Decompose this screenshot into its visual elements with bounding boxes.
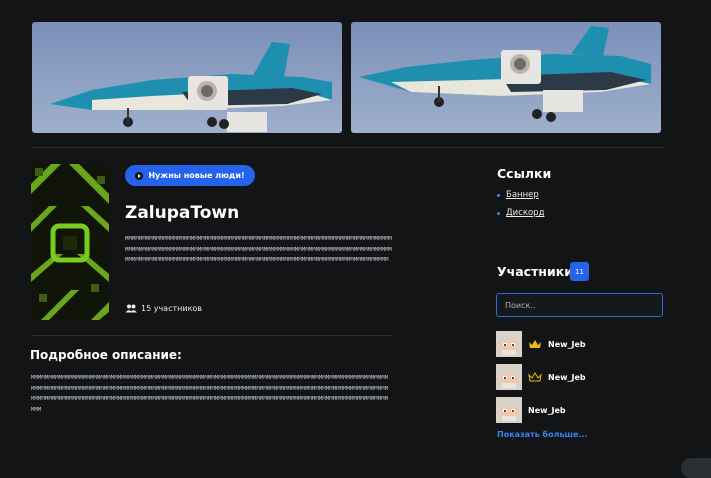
- members-heading: Участники: [497, 264, 573, 279]
- short-description: MMMMMMMMMMMMMMMMMMMMMMMMMMMMMMMMMMMMMMMM…: [125, 236, 393, 263]
- member-search-input[interactable]: [496, 293, 663, 317]
- jet-image: [50, 42, 332, 132]
- status-pill[interactable]: Нужны новые люди!: [125, 165, 255, 186]
- member-name: New_Jeb: [528, 405, 566, 415]
- status-pill-label: Нужны новые люди!: [148, 171, 245, 180]
- detail-heading: Подробное описание:: [30, 348, 182, 362]
- link-discord[interactable]: Дискорд: [497, 204, 544, 222]
- divider: [31, 147, 664, 148]
- members-count: 15 участников: [125, 304, 202, 313]
- avatar: [496, 397, 522, 423]
- member-name: New_Jeb: [548, 372, 586, 382]
- links-list: Баннер Дискорд: [497, 186, 544, 222]
- users-icon: [125, 304, 137, 313]
- link-banner[interactable]: Баннер: [497, 186, 544, 204]
- server-emblem: [31, 164, 109, 320]
- banner-jet-right: [351, 22, 661, 133]
- members-count-label: 15 участников: [141, 304, 203, 313]
- member-row[interactable]: New_Jeb: [496, 331, 586, 357]
- links-heading: Ссылки: [497, 166, 552, 181]
- crown-icon: [529, 340, 541, 348]
- jet-image: [359, 26, 651, 122]
- avatar: [496, 331, 522, 357]
- member-name: New_Jeb: [548, 339, 586, 349]
- banner-jet-left: [32, 22, 342, 133]
- play-icon: [135, 171, 144, 180]
- scroll-widget[interactable]: [681, 458, 711, 478]
- link-label[interactable]: Дискорд: [506, 208, 544, 218]
- avatar: [496, 364, 522, 390]
- member-row[interactable]: New_Jeb: [496, 397, 566, 423]
- link-label[interactable]: Баннер: [506, 190, 539, 200]
- member-row[interactable]: New_Jeb: [496, 364, 586, 390]
- members-count-badge: 11: [570, 262, 589, 281]
- crown-outline-icon: [528, 372, 542, 382]
- bullet-icon: [497, 211, 500, 215]
- divider: [31, 335, 393, 336]
- bullet-icon: [497, 193, 500, 197]
- detail-text: MMMMMMMMMMMMMMMMMMMMMMMMMMMMMMMMMMMMMMMM…: [31, 375, 389, 413]
- server-title: ZalupaTown: [125, 203, 240, 223]
- show-more-link[interactable]: Показать больше...: [497, 430, 588, 439]
